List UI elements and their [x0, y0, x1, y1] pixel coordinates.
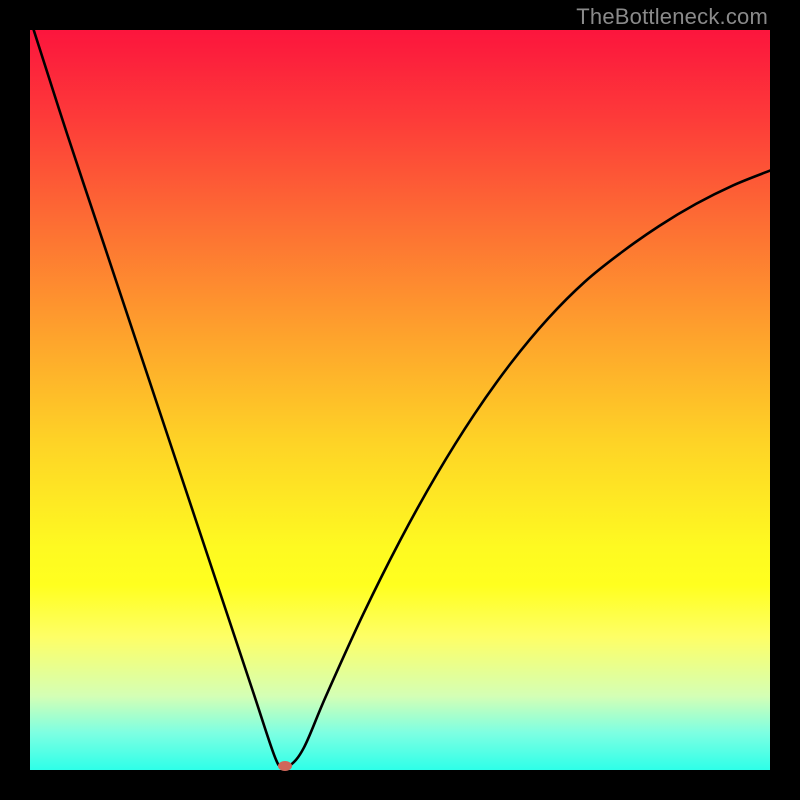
plot-frame — [30, 30, 770, 770]
bottleneck-curve — [34, 30, 770, 768]
watermark-text: TheBottleneck.com — [576, 4, 768, 30]
plot-curve-layer — [30, 30, 770, 770]
